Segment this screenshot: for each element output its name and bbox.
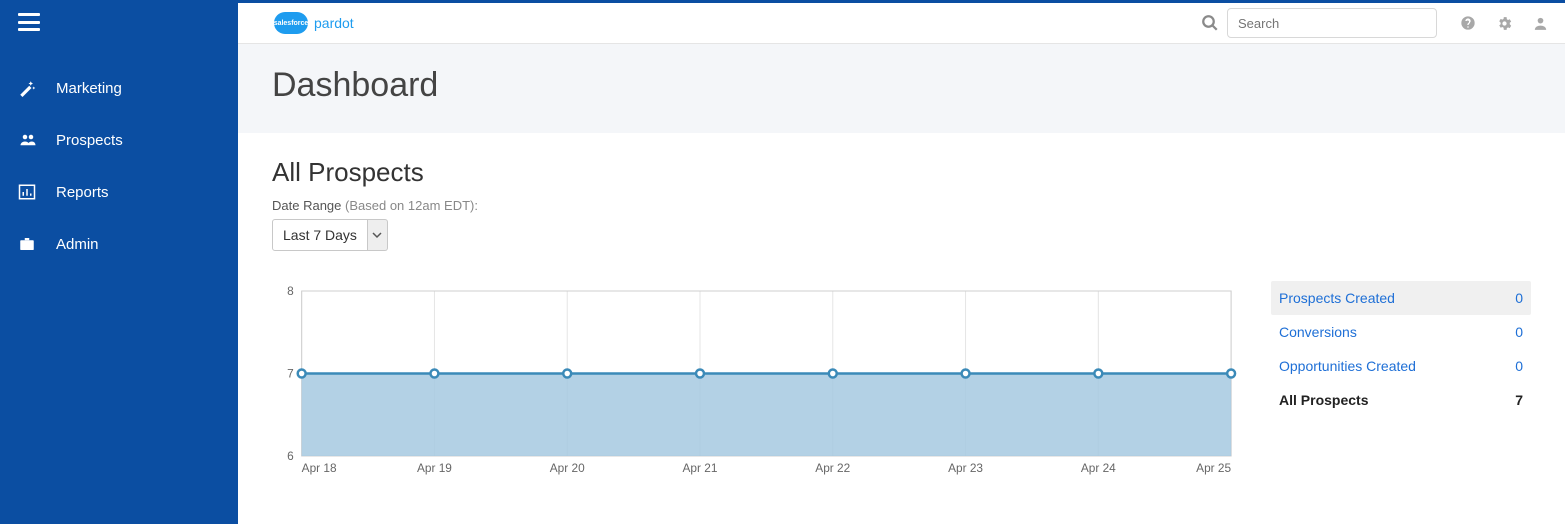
nav-label: Marketing xyxy=(56,80,122,97)
svg-text:Apr 21: Apr 21 xyxy=(683,461,718,475)
legend-value: 0 xyxy=(1515,324,1523,340)
hamburger-icon[interactable] xyxy=(18,13,40,31)
search-input[interactable] xyxy=(1227,8,1437,38)
legend-value: 7 xyxy=(1515,392,1523,408)
legend-name: Conversions xyxy=(1279,324,1357,340)
legend: Prospects Created0Conversions0Opportunit… xyxy=(1271,281,1531,486)
chevron-down-icon[interactable] xyxy=(368,219,388,251)
help-icon[interactable] xyxy=(1459,14,1477,32)
nav-label: Reports xyxy=(56,184,109,201)
legend-row[interactable]: Prospects Created 0 xyxy=(1271,281,1531,315)
bar-chart-icon xyxy=(18,183,56,201)
svg-text:Apr 25: Apr 25 xyxy=(1196,461,1231,475)
nav-item-marketing[interactable]: Marketing xyxy=(0,62,238,114)
nav-item-reports[interactable]: Reports xyxy=(0,166,238,218)
legend-name: Opportunities Created xyxy=(1279,358,1416,374)
legend-name: Prospects Created xyxy=(1279,290,1395,306)
legend-value: 0 xyxy=(1515,358,1523,374)
svg-text:Apr 23: Apr 23 xyxy=(948,461,983,475)
svg-text:6: 6 xyxy=(287,449,294,463)
svg-text:7: 7 xyxy=(287,366,294,380)
date-range-label: Date Range (Based on 12am EDT): xyxy=(272,198,1531,213)
search-wrap xyxy=(1201,8,1437,38)
main: salesforce pardot xyxy=(238,0,1565,524)
content-area: All Prospects Date Range (Based on 12am … xyxy=(238,133,1565,496)
topbar: salesforce pardot xyxy=(238,0,1565,44)
sidebar: Marketing Prospects Reports Admin xyxy=(0,0,238,524)
search-icon[interactable] xyxy=(1201,14,1219,32)
svg-text:Apr 22: Apr 22 xyxy=(815,461,850,475)
brand-logo[interactable]: salesforce pardot xyxy=(274,12,354,34)
section-title: All Prospects xyxy=(272,157,1531,188)
nav-item-prospects[interactable]: Prospects xyxy=(0,114,238,166)
gear-icon[interactable] xyxy=(1495,14,1513,32)
svg-text:Apr 20: Apr 20 xyxy=(550,461,585,475)
svg-text:Apr 19: Apr 19 xyxy=(417,461,452,475)
salesforce-cloud-icon: salesforce xyxy=(274,12,308,34)
nav-label: Admin xyxy=(56,236,99,253)
nav: Marketing Prospects Reports Admin xyxy=(0,44,238,270)
wand-icon xyxy=(18,79,56,97)
legend-value: 0 xyxy=(1515,290,1523,306)
page-header: Dashboard xyxy=(238,44,1565,133)
date-range-selector[interactable]: Last 7 Days xyxy=(272,219,1531,251)
svg-text:Apr 24: Apr 24 xyxy=(1081,461,1116,475)
user-icon[interactable] xyxy=(1531,14,1549,32)
svg-text:8: 8 xyxy=(287,284,294,298)
briefcase-icon xyxy=(18,235,56,253)
legend-row[interactable]: All Prospects 7 xyxy=(1271,383,1531,417)
sidebar-top xyxy=(0,0,238,44)
page-title: Dashboard xyxy=(272,66,1531,105)
svg-text:Apr 18: Apr 18 xyxy=(302,461,337,475)
legend-row[interactable]: Opportunities Created 0 xyxy=(1271,349,1531,383)
nav-item-admin[interactable]: Admin xyxy=(0,218,238,270)
chart: 6 7 8 Apr 18 Apr 19 Apr 20 Apr 21 Apr 22 Apr 23 A… xyxy=(272,281,1241,486)
legend-name: All Prospects xyxy=(1279,392,1368,408)
people-icon xyxy=(18,131,56,149)
legend-row[interactable]: Conversions 0 xyxy=(1271,315,1531,349)
nav-label: Prospects xyxy=(56,132,123,149)
date-range-value: Last 7 Days xyxy=(272,219,368,251)
brand-word: pardot xyxy=(314,15,354,31)
